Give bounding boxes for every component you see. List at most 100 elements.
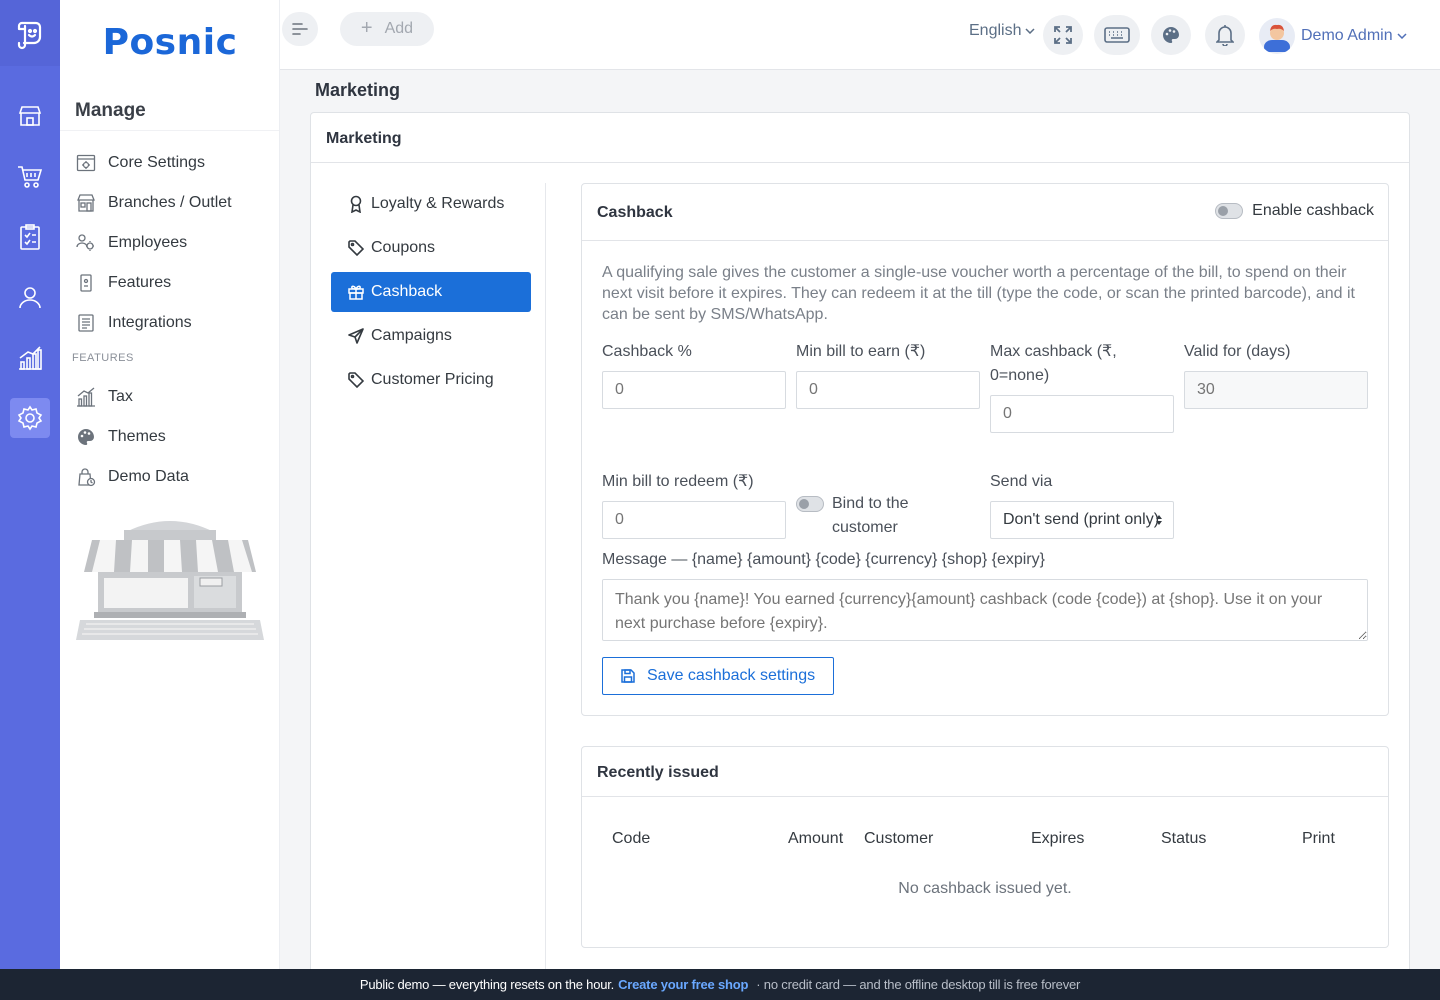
- send-via-select[interactable]: Don't send (print only): [990, 501, 1174, 539]
- store-icon[interactable]: [10, 96, 50, 136]
- select-arrow-icon: [1155, 514, 1163, 526]
- sidebar-item-integrations[interactable]: Integrations: [75, 311, 192, 335]
- sidebar-item-branches[interactable]: Branches / Outlet: [75, 191, 232, 215]
- empty-state: No cashback issued yet.: [898, 880, 1072, 897]
- cashback-percent-input[interactable]: [602, 371, 786, 409]
- marketing-card: Marketing Loyalty & Rewards Coupons Cash…: [310, 112, 1410, 993]
- bind-customer-toggle[interactable]: Bind to the customer: [796, 492, 932, 540]
- sidebar-item-label: Core Settings: [108, 154, 205, 171]
- user-menu[interactable]: Demo Admin: [1259, 18, 1407, 54]
- field-label: Send via: [990, 473, 1053, 490]
- toggle-label: Bind to the customer: [832, 495, 909, 536]
- banner-text: · no credit card — and the offline deskt…: [756, 977, 1081, 992]
- page-title: Marketing: [315, 80, 401, 100]
- cashback-panel: Cashback Enable cashback A qualifying sa…: [581, 183, 1389, 716]
- add-button[interactable]: + Add: [340, 12, 434, 46]
- save-label: Save cashback settings: [647, 667, 816, 684]
- menu-item-label: Campaigns: [371, 327, 452, 344]
- max-cashback-input[interactable]: [990, 395, 1174, 433]
- save-cashback-button[interactable]: Save cashback settings: [602, 657, 835, 695]
- logo-icon[interactable]: [0, 0, 60, 66]
- sidebar-item-label: Employees: [108, 234, 188, 251]
- theme-button[interactable]: [1151, 15, 1191, 55]
- shop-illustration: [74, 512, 266, 644]
- palette-icon: [75, 426, 97, 448]
- panel-title: Cashback: [597, 204, 673, 221]
- chart-icon[interactable]: [10, 338, 50, 378]
- sidebar-item-tax[interactable]: Tax: [75, 385, 133, 409]
- fullscreen-button[interactable]: [1043, 15, 1083, 55]
- add-label: Add: [384, 20, 414, 37]
- settings-icon[interactable]: [10, 398, 50, 438]
- gift-icon: [347, 283, 365, 301]
- user-icon[interactable]: [10, 277, 50, 317]
- toggle-label: Enable cashback: [1252, 202, 1374, 219]
- card-title: Marketing: [326, 130, 402, 147]
- column-header-customer: Customer: [864, 830, 934, 847]
- sidebar-item-label: Features: [108, 274, 172, 291]
- plus-icon: +: [360, 16, 373, 39]
- panel-header: Cashback Enable cashback: [582, 184, 1388, 241]
- create-shop-link[interactable]: Create your free shop: [618, 977, 748, 992]
- message-textarea[interactable]: [602, 579, 1368, 641]
- column-header-print: Print: [1302, 830, 1335, 847]
- field-label: Cashback %: [602, 343, 692, 360]
- integrations-icon: [75, 312, 97, 334]
- valid-days-input[interactable]: [1184, 371, 1368, 409]
- menu-item-campaigns[interactable]: Campaigns: [331, 316, 531, 356]
- sidebar-item-employees[interactable]: Employees: [75, 231, 187, 255]
- menu-item-label: Coupons: [371, 239, 436, 256]
- divider: [60, 130, 279, 131]
- language-dropdown[interactable]: English: [969, 22, 1036, 40]
- demo-banner: Public demo — everything resets on the h…: [0, 969, 1440, 1000]
- menu-item-cashback[interactable]: Cashback: [331, 272, 531, 312]
- notifications-button[interactable]: [1205, 15, 1245, 55]
- save-icon: [621, 669, 635, 683]
- menu-toggle-button[interactable]: [282, 12, 318, 46]
- field-label: Max cashback (₹, 0=none): [990, 343, 1117, 384]
- bell-icon: [1216, 24, 1234, 46]
- toggle-switch[interactable]: [796, 496, 824, 512]
- column-header-amount: Amount: [788, 830, 844, 847]
- panel-header: Recently issued: [582, 747, 1388, 797]
- sidebar-item-label: Branches / Outlet: [108, 194, 232, 211]
- field-label: Min bill to earn (₹): [796, 343, 926, 360]
- toggle-switch[interactable]: [1215, 203, 1244, 219]
- features-icon: [75, 272, 97, 294]
- tag-icon: [347, 371, 365, 389]
- sidebar-item-core-settings[interactable]: Core Settings: [75, 151, 205, 175]
- brand-logo[interactable]: Posnic: [60, 0, 280, 84]
- field-label: Message — {name} {amount} {code} {curren…: [602, 551, 1045, 568]
- menu-item-label: Cashback: [371, 283, 443, 300]
- award-icon: [347, 195, 365, 213]
- panel-title: Recently issued: [597, 764, 719, 781]
- sidebar-item-themes[interactable]: Themes: [75, 425, 166, 449]
- sidebar-section-label: FEATURES: [72, 352, 134, 364]
- keyboard-shortcuts-button[interactable]: [1094, 15, 1140, 55]
- field-label: Valid for (days): [1184, 343, 1291, 360]
- column-header-code: Code: [612, 830, 651, 847]
- enable-cashback-toggle[interactable]: Enable cashback: [1215, 202, 1374, 220]
- user-name: Demo Admin: [1301, 27, 1393, 44]
- keyboard-icon: [1104, 27, 1130, 43]
- tax-icon: [75, 386, 97, 408]
- min-bill-redeem-input[interactable]: [602, 501, 786, 539]
- employees-icon: [75, 232, 97, 254]
- align-left-icon: [292, 22, 308, 36]
- sidebar-item-features[interactable]: Features: [75, 271, 171, 295]
- menu-item-loyalty[interactable]: Loyalty & Rewards: [331, 184, 531, 224]
- menu-item-coupons[interactable]: Coupons: [331, 228, 531, 268]
- icon-rail: [0, 0, 60, 969]
- sidebar-item-demo-data[interactable]: Demo Data: [75, 465, 189, 489]
- demo-data-icon: [75, 466, 97, 488]
- clipboard-icon[interactable]: [10, 217, 50, 257]
- min-bill-earn-input[interactable]: [796, 371, 980, 409]
- sidebar-item-label: Tax: [108, 388, 133, 405]
- settings-sidebar: Posnic Manage Core Settings Branches / O…: [60, 0, 280, 969]
- select-value: Don't send (print only): [1003, 511, 1160, 528]
- menu-item-label: Loyalty & Rewards: [371, 195, 505, 212]
- column-header-expires: Expires: [1031, 830, 1085, 847]
- branches-icon: [75, 192, 97, 214]
- cart-icon[interactable]: [10, 156, 50, 196]
- menu-item-customer-pricing[interactable]: Customer Pricing: [331, 360, 531, 400]
